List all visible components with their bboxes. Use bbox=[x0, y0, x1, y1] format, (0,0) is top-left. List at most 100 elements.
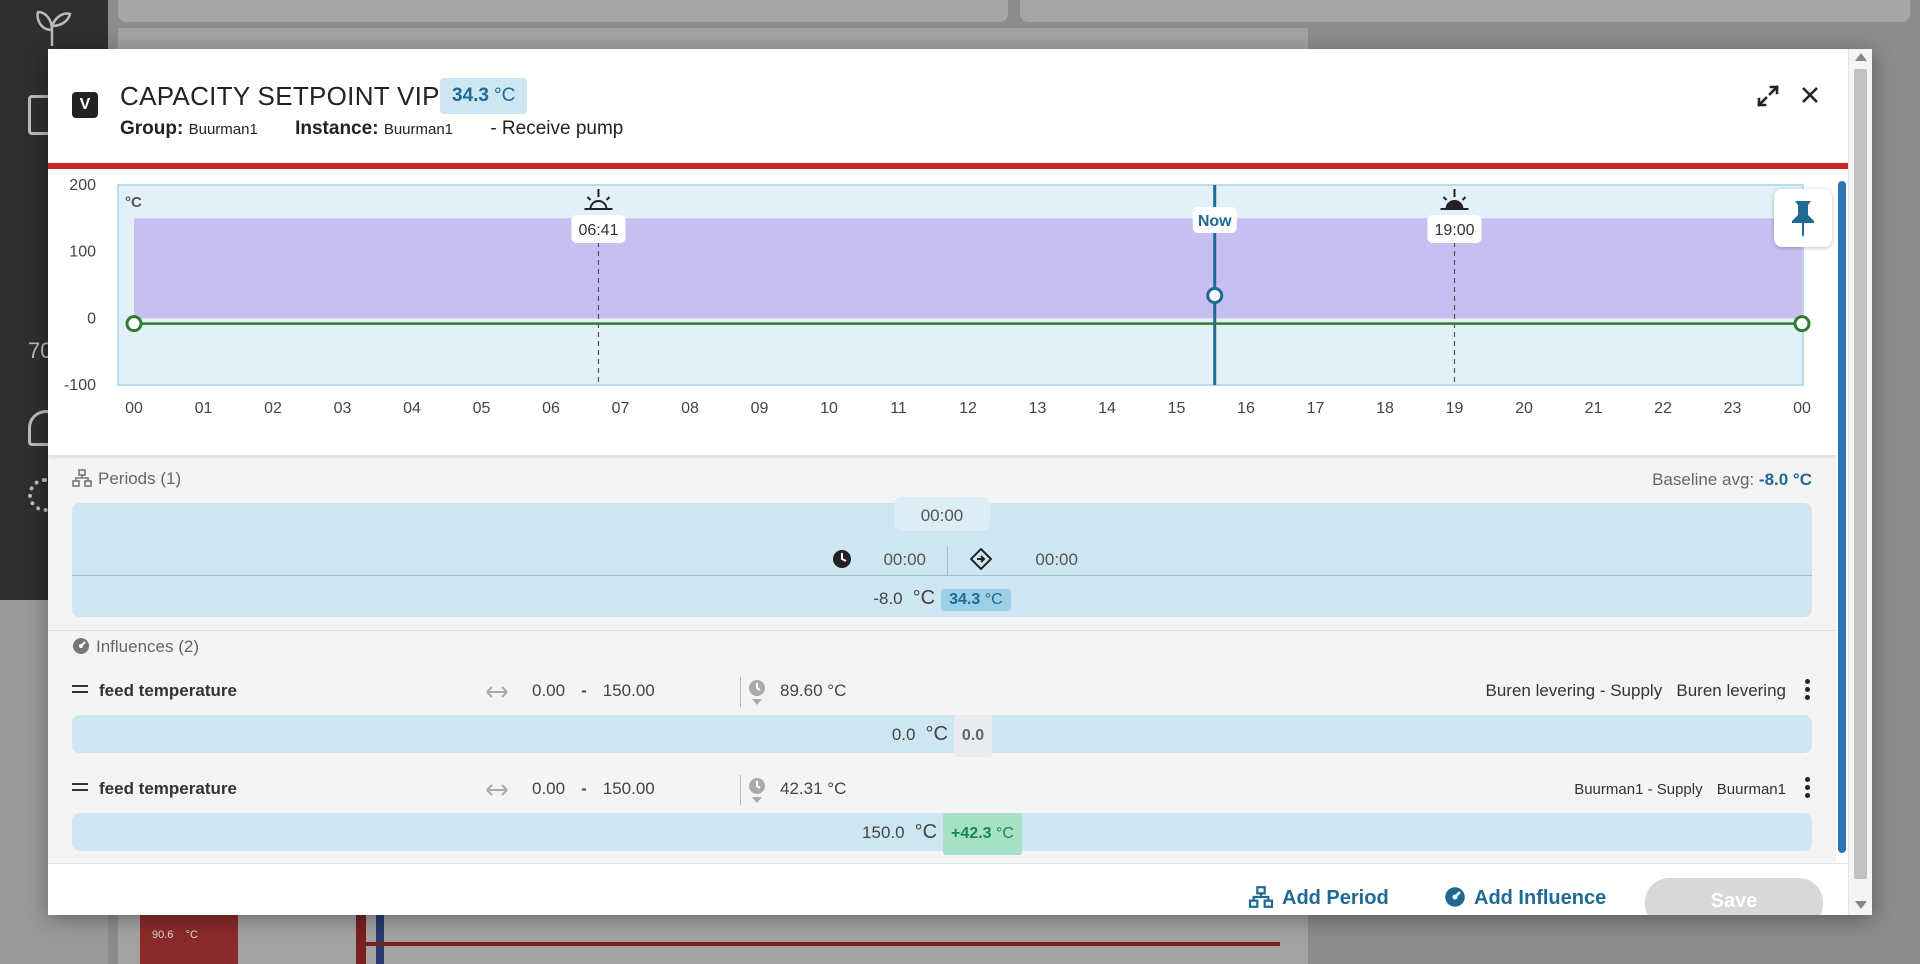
pin-icon bbox=[1792, 201, 1814, 237]
dialog-footer: Add Period Add Influence Save bbox=[48, 863, 1848, 915]
baseline-average: Baseline avg: -8.0 °C bbox=[1652, 470, 1812, 490]
add-period-button[interactable]: Add Period bbox=[1248, 886, 1389, 910]
add-influence-button[interactable]: Add Influence bbox=[1444, 886, 1606, 910]
influence-min[interactable]: 0.00 bbox=[532, 681, 565, 700]
influence-max[interactable]: 150.00 bbox=[603, 681, 655, 700]
scroll-thumb[interactable] bbox=[1854, 69, 1867, 879]
now-label: Now bbox=[1198, 213, 1232, 230]
clock-icon bbox=[833, 550, 851, 568]
influence-unit: °C bbox=[914, 821, 938, 843]
influence-current: 42.31 °C bbox=[780, 779, 847, 798]
setpoint-band bbox=[134, 218, 1802, 319]
x-tick-label: 07 bbox=[612, 400, 630, 417]
gauge-icon bbox=[73, 638, 89, 654]
y-tick-label: 200 bbox=[69, 177, 96, 194]
x-tick-label: 11 bbox=[890, 400, 907, 417]
x-tick-label: 19 bbox=[1446, 400, 1464, 417]
period-value[interactable]: -8.0 bbox=[873, 589, 902, 608]
influence-source: Buren levering - Supply Buren levering bbox=[1485, 681, 1786, 700]
close-icon[interactable] bbox=[1796, 81, 1824, 109]
influence-max[interactable]: 150.00 bbox=[603, 779, 655, 798]
instance-value: Buurman1 bbox=[383, 121, 454, 138]
x-tick-label: 06 bbox=[542, 400, 560, 417]
now-value-point bbox=[1206, 286, 1224, 304]
x-tick-label: 05 bbox=[473, 400, 491, 417]
influence-separator bbox=[740, 775, 741, 805]
period-end-time[interactable]: 00:00 bbox=[1035, 550, 1078, 569]
influence-name: feed temperature bbox=[99, 779, 237, 798]
setpoint-dialog: V CAPACITY SETPOINT VIP 34.3 °C Group: Bu… bbox=[48, 49, 1872, 915]
drag-handle-icon[interactable] bbox=[72, 783, 88, 795]
save-button[interactable]: Save bbox=[1645, 878, 1823, 915]
x-tick-label: 00 bbox=[125, 400, 143, 417]
body-scroll-thumb[interactable] bbox=[1838, 181, 1846, 853]
x-tick-label: 02 bbox=[264, 400, 282, 417]
clock-down-icon bbox=[749, 680, 765, 705]
x-tick-label: 14 bbox=[1098, 400, 1116, 417]
dialog-body: °C 200 100 0 -100 00 01 02 03 04 05 06 07 08 09 10 11 12 1… bbox=[48, 175, 1836, 863]
period-values: -8.0 °C 34.3 °C bbox=[72, 587, 1812, 611]
influence-current: 89.60 °C bbox=[780, 681, 847, 700]
gauge-icon bbox=[1445, 887, 1465, 907]
period-times: 00:00 00:00 bbox=[832, 545, 1078, 576]
x-tick-label: 20 bbox=[1515, 400, 1533, 417]
drag-handle-icon[interactable] bbox=[72, 685, 88, 697]
background-pipe bbox=[360, 942, 1280, 946]
period-start-time[interactable]: 00:00 bbox=[883, 550, 926, 569]
influence-source: Buurman1 - Supply Buurman1 bbox=[1574, 781, 1786, 798]
dialog-header: V CAPACITY SETPOINT VIP 34.3 °C Group: Bu… bbox=[48, 49, 1848, 169]
body-scrollbar[interactable] bbox=[1836, 175, 1848, 863]
period-unit: °C bbox=[912, 587, 936, 609]
direction-icon bbox=[969, 547, 993, 571]
instance-label: Instance: bbox=[295, 118, 379, 139]
influence-row: feed temperature 0.00-150.00 42.31 °C Bu… bbox=[72, 773, 1812, 809]
more-options-icon[interactable] bbox=[1802, 679, 1812, 705]
influence-range: 0.00-150.00 bbox=[532, 681, 655, 700]
expand-icon[interactable] bbox=[1753, 81, 1783, 111]
dialog-title: CAPACITY SETPOINT VIP bbox=[120, 81, 440, 111]
period-card[interactable]: 00:00 00:00 00:00 -8.0 °C 34.3 °C bbox=[72, 497, 1812, 617]
influence-range: 0.00-150.00 bbox=[532, 779, 655, 798]
x-tick-label: 18 bbox=[1376, 400, 1394, 417]
network-icon bbox=[72, 469, 92, 487]
x-tick-label: 15 bbox=[1168, 400, 1186, 417]
background-card bbox=[118, 0, 1008, 22]
y-tick-label: -100 bbox=[64, 377, 96, 394]
more-options-icon[interactable] bbox=[1802, 777, 1812, 803]
schedule-chart-card: °C 200 100 0 -100 00 01 02 03 04 05 06 07 08 09 10 11 12 1… bbox=[48, 175, 1836, 455]
range-arrows-icon bbox=[486, 784, 508, 796]
x-tick-label: 08 bbox=[681, 400, 699, 417]
influence-unit: °C bbox=[925, 723, 948, 745]
leaf-icon bbox=[36, 10, 72, 46]
current-unit: °C bbox=[493, 85, 516, 106]
clock-down-icon bbox=[749, 778, 765, 803]
background-pipe bbox=[356, 915, 366, 964]
influence-separator bbox=[740, 677, 741, 707]
influence-delta-chip: +42.3 °C bbox=[943, 813, 1022, 855]
dialog-scrollbar[interactable] bbox=[1848, 49, 1872, 915]
influence-min[interactable]: 0.00 bbox=[532, 779, 565, 798]
y-tick-label: 100 bbox=[69, 244, 96, 261]
x-tick-label: 21 bbox=[1585, 400, 1603, 417]
current-value: 34.3 bbox=[452, 85, 489, 106]
x-tick-label: 01 bbox=[195, 400, 213, 417]
influence-value-bar[interactable]: 150.0 °C +42.3 °C bbox=[72, 813, 1812, 855]
baseline-label: Baseline avg: bbox=[1652, 470, 1755, 489]
dialog-subtitle: Group: Buurman1 Instance: Buurman1 - Rec… bbox=[120, 118, 623, 140]
x-tick-label: 17 bbox=[1307, 400, 1325, 417]
group-label: Group: bbox=[120, 118, 184, 139]
period-tab[interactable]: 00:00 bbox=[894, 497, 990, 531]
period-divider bbox=[72, 575, 1812, 576]
x-tick-label: 16 bbox=[1237, 400, 1255, 417]
sunset-label: 19:00 bbox=[1434, 222, 1474, 239]
schedule-chart[interactable]: °C 200 100 0 -100 00 01 02 03 04 05 06 07 08 09 10 11 12 1… bbox=[48, 175, 1836, 455]
influence-value-bar[interactable]: 0.0 °C 0.0 bbox=[72, 715, 1812, 757]
section-divider bbox=[48, 630, 1836, 631]
x-tick-label: 23 bbox=[1724, 400, 1742, 417]
scroll-up-icon[interactable] bbox=[1855, 53, 1867, 61]
pin-button[interactable] bbox=[1774, 189, 1832, 247]
x-tick-label: 10 bbox=[820, 400, 838, 417]
scroll-down-icon[interactable] bbox=[1855, 901, 1867, 909]
x-tick-label: 22 bbox=[1654, 400, 1672, 417]
influences-title: Influences (2) bbox=[96, 637, 199, 656]
